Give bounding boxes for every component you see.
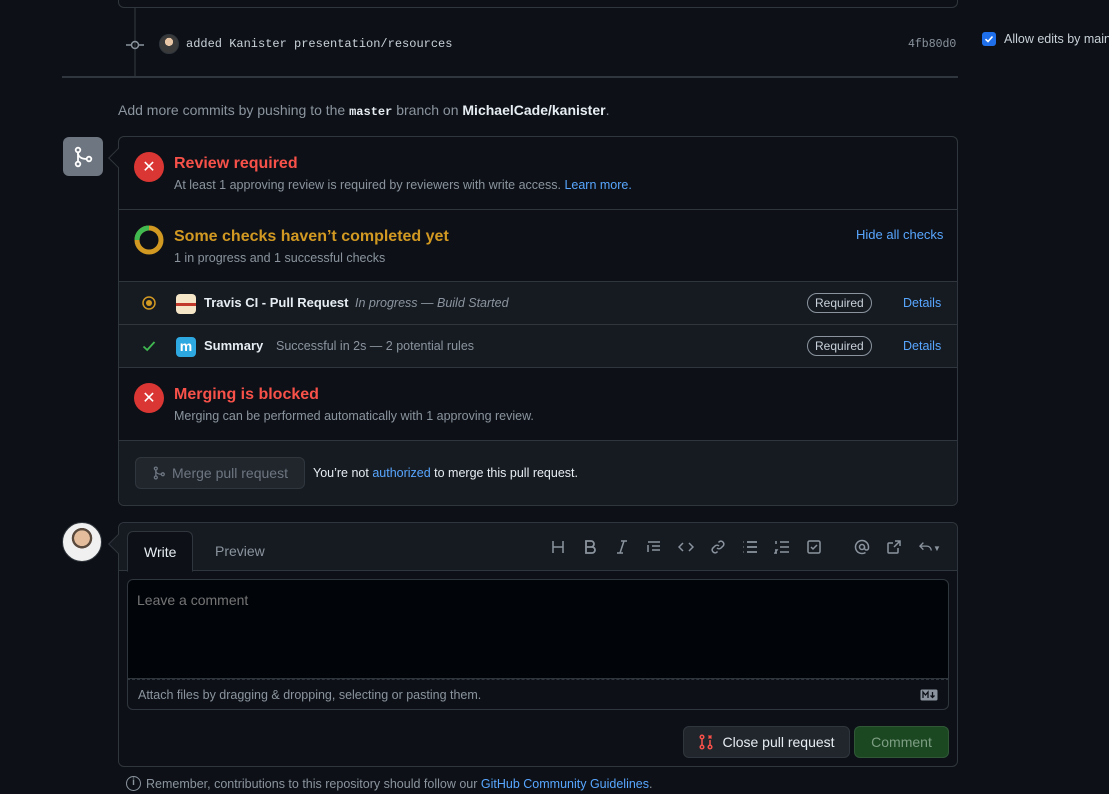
merging-blocked-section: ✕ Merging is blocked Merging can be perf… bbox=[119, 368, 957, 441]
contribution-guidelines-note: i Remember, contributions to this reposi… bbox=[126, 776, 653, 791]
community-guidelines-link[interactable]: GitHub Community Guidelines bbox=[481, 777, 649, 791]
cross-reference-icon[interactable] bbox=[884, 539, 904, 559]
comment-box: Write Preview ▼ Leave a comment Attach f… bbox=[108, 522, 958, 767]
allow-edits-option[interactable]: Allow edits by maint bbox=[982, 32, 1109, 46]
branch-name: master bbox=[349, 105, 393, 119]
heading-icon[interactable] bbox=[548, 539, 568, 559]
allow-edits-label: Allow edits by maint bbox=[1004, 32, 1109, 46]
attach-files-bar[interactable]: Attach files by dragging & dropping, sel… bbox=[127, 679, 949, 710]
check-name: Summary bbox=[204, 338, 264, 353]
attach-files-text: Attach files by dragging & dropping, sel… bbox=[138, 688, 482, 702]
commit-sha[interactable]: 4fb80d0 bbox=[908, 38, 956, 51]
close-pr-label: Close pull request bbox=[722, 734, 835, 750]
review-desc-text: At least 1 approving review is required … bbox=[174, 178, 561, 192]
timeline-divider bbox=[62, 76, 958, 78]
not-authorized-note: You’re not authorized to merge this pull… bbox=[313, 466, 578, 480]
tab-preview[interactable]: Preview bbox=[199, 531, 281, 572]
check-name: Travis CI - Pull Request bbox=[204, 295, 349, 310]
close-pull-request-button[interactable]: Close pull request bbox=[683, 726, 850, 758]
authorized-link[interactable]: authorized bbox=[372, 466, 430, 480]
required-badge: Required bbox=[807, 336, 872, 356]
review-required-section: ✕ Review required At least 1 approving r… bbox=[119, 137, 957, 210]
push-hint-prefix: Add more commits by pushing to the bbox=[118, 102, 350, 118]
commits-box-bottom bbox=[118, 0, 958, 8]
not-auth-prefix: You’re not bbox=[313, 466, 373, 480]
comment-tabs-bar: Write Preview ▼ bbox=[119, 523, 957, 572]
pull-request-closed-icon bbox=[699, 734, 714, 750]
task-list-icon[interactable] bbox=[804, 539, 824, 559]
check-row-summary: m Summary Successful in 2s — 2 potential… bbox=[119, 325, 957, 368]
unordered-list-icon[interactable] bbox=[740, 539, 760, 559]
footer-prefix: Remember, contributions to this reposito… bbox=[146, 776, 481, 791]
tab-write[interactable]: Write bbox=[127, 531, 194, 572]
checks-title: Some checks haven’t completed yet bbox=[174, 228, 449, 245]
push-hint: Add more commits by pushing to the maste… bbox=[118, 102, 609, 119]
mergify-logo-icon: m bbox=[176, 337, 196, 357]
merge-status-box: ✕ Review required At least 1 approving r… bbox=[108, 136, 958, 506]
info-icon: i bbox=[126, 776, 141, 791]
push-hint-suffix: . bbox=[605, 102, 610, 118]
blocked-desc: Merging can be performed automatically w… bbox=[174, 409, 534, 423]
learn-more-link[interactable]: Learn more. bbox=[564, 178, 631, 192]
mention-icon[interactable] bbox=[852, 539, 872, 559]
allow-edits-checkbox[interactable] bbox=[982, 32, 996, 46]
travis-ci-logo-icon bbox=[176, 294, 196, 314]
x-circle-icon: ✕ bbox=[134, 152, 164, 182]
git-commit-icon bbox=[126, 40, 144, 50]
check-desc: Successful in 2s — 2 potential rules bbox=[276, 339, 475, 353]
merge-button-label: Merge pull request bbox=[172, 465, 288, 481]
commit-author-avatar[interactable] bbox=[159, 34, 179, 54]
repo-link[interactable]: MichaelCade/kanister bbox=[462, 102, 605, 118]
footer-suffix: . bbox=[649, 776, 653, 791]
merge-pull-request-button[interactable]: Merge pull request bbox=[135, 457, 305, 489]
check-desc: In progress — Build Started bbox=[355, 296, 509, 310]
check-icon bbox=[142, 341, 156, 352]
x-circle-icon: ✕ bbox=[134, 383, 164, 413]
review-title: Review required bbox=[174, 155, 298, 172]
checks-progress-icon bbox=[134, 225, 164, 255]
blocked-title: Merging is blocked bbox=[174, 386, 319, 403]
details-link[interactable]: Details bbox=[903, 339, 941, 353]
comment-input[interactable] bbox=[127, 579, 949, 679]
dot-fill-icon bbox=[142, 296, 156, 310]
comment-submit-button[interactable]: Comment bbox=[854, 726, 949, 758]
code-icon[interactable] bbox=[676, 539, 696, 559]
required-badge: Required bbox=[807, 293, 872, 313]
check-icon bbox=[984, 35, 994, 43]
saved-replies-icon[interactable]: ▼ bbox=[916, 539, 944, 559]
push-hint-middle: branch on bbox=[392, 102, 463, 118]
not-auth-suffix: to merge this pull request. bbox=[430, 466, 578, 480]
markdown-icon bbox=[920, 689, 938, 701]
user-avatar[interactable] bbox=[62, 522, 102, 562]
checks-desc: 1 in progress and 1 successful checks bbox=[174, 251, 386, 265]
check-row-travis: Travis CI - Pull Request In progress — B… bbox=[119, 282, 957, 325]
bold-icon[interactable] bbox=[580, 539, 600, 559]
git-merge-icon bbox=[153, 466, 165, 480]
link-icon[interactable] bbox=[708, 539, 728, 559]
details-link[interactable]: Details bbox=[903, 296, 941, 310]
commit-message[interactable]: added Kanister presentation/resources bbox=[186, 37, 452, 51]
ordered-list-icon[interactable] bbox=[772, 539, 792, 559]
checks-section: Some checks haven’t completed yet 1 in p… bbox=[119, 210, 957, 282]
quote-icon[interactable] bbox=[644, 539, 664, 559]
git-merge-icon bbox=[63, 137, 103, 176]
merge-actions: Merge pull request You’re not authorized… bbox=[119, 441, 957, 505]
review-desc: At least 1 approving review is required … bbox=[174, 178, 632, 192]
hide-all-checks-button[interactable]: Hide all checks bbox=[856, 227, 943, 242]
italic-icon[interactable] bbox=[612, 539, 632, 559]
